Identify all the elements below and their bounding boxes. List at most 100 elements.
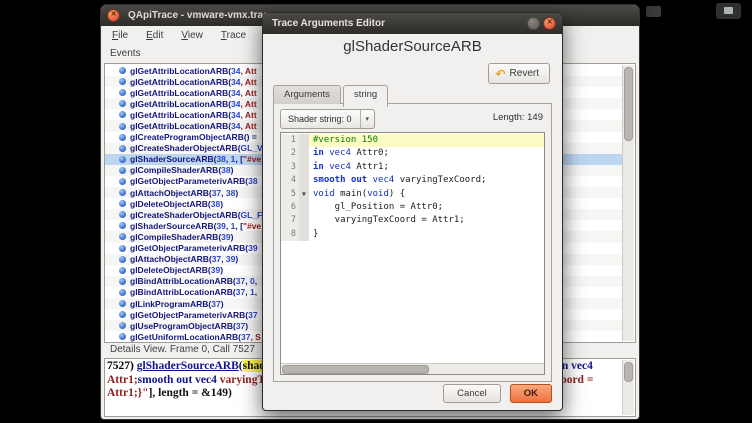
- event-row-text: glCreateShaderObjectARB(GL_F: [130, 210, 262, 220]
- fold-marker-icon[interactable]: [299, 228, 309, 241]
- gl-call-icon: [119, 123, 126, 130]
- gl-call-icon: [119, 333, 126, 340]
- event-row-text: glUseProgramObjectARB(37): [130, 321, 248, 331]
- gl-call-icon: [119, 300, 126, 307]
- menu-item[interactable]: Edit: [137, 28, 172, 43]
- code-lines: 1 #version 150 2 in vec4 Attr0; 3: [281, 134, 544, 241]
- gl-call-icon: [119, 289, 126, 296]
- gl-call-icon: [119, 134, 126, 141]
- event-row-text: glLinkProgramARB(37): [130, 299, 224, 309]
- code-line[interactable]: 8 }: [281, 228, 544, 241]
- gl-call-icon: [119, 100, 126, 107]
- fold-marker-icon[interactable]: [299, 161, 309, 174]
- gl-call-icon: [119, 233, 126, 240]
- window-title: QApiTrace - vmware-vmx.trace: [128, 10, 274, 21]
- line-number: 7: [281, 214, 299, 227]
- event-row-text: glCreateProgramObjectARB() =: [130, 132, 259, 142]
- code-line[interactable]: 6 gl_Position = Attr0;: [281, 201, 544, 214]
- code-line-text: gl_Position = Attr0;: [309, 201, 544, 214]
- dialog-buttons: Cancel OK: [443, 384, 552, 403]
- events-scrollbar[interactable]: [622, 65, 634, 341]
- shader-string-select-value: Shader string: 0: [288, 114, 352, 124]
- shader-source-editor[interactable]: 1 #version 150 2 in vec4 Attr0; 3: [280, 132, 545, 375]
- line-number: 2: [281, 147, 299, 160]
- events-label: Events: [110, 48, 141, 59]
- close-icon[interactable]: ✕: [107, 9, 120, 22]
- gl-call-icon: [119, 311, 126, 318]
- tab[interactable]: Arguments: [273, 85, 341, 104]
- code-line[interactable]: 7 varyingTexCoord = Attr1;: [281, 214, 544, 227]
- desktop-fragment: [646, 6, 661, 17]
- details-label: Details View. Frame 0, Call 7527: [110, 344, 255, 355]
- desktop-fragment: [716, 3, 741, 19]
- code-line[interactable]: 5 ▼ void main(void) {: [281, 188, 544, 201]
- call-name-heading: glShaderSourceARB: [263, 38, 562, 55]
- event-row-text: glBindAttribLocationARB(37, 1,: [130, 287, 259, 297]
- editor-hscrollbar-thumb[interactable]: [282, 365, 429, 374]
- event-row-text: glAttachObjectARB(37, 39): [130, 254, 238, 264]
- menu-item[interactable]: View: [172, 28, 212, 43]
- code-line[interactable]: 4 smooth out vec4 varyingTexCoord;: [281, 174, 544, 187]
- gl-call-icon: [119, 67, 126, 74]
- code-line[interactable]: 3 in vec4 Attr1;: [281, 161, 544, 174]
- fold-marker-icon[interactable]: [299, 174, 309, 187]
- event-row-text: glDeleteObjectARB(39): [130, 265, 223, 275]
- close-icon[interactable]: ✕: [543, 17, 556, 30]
- gl-call-icon: [119, 211, 126, 218]
- dialog-title: Trace Arguments Editor: [272, 18, 527, 29]
- code-line-text: in vec4 Attr1;: [309, 161, 544, 174]
- fold-marker-icon[interactable]: [299, 214, 309, 227]
- undo-icon: ↶: [495, 69, 505, 79]
- display-icon: [724, 7, 733, 14]
- cancel-button[interactable]: Cancel: [443, 384, 501, 403]
- event-row-text: glAttachObjectARB(37, 38): [130, 188, 238, 198]
- revert-button-label: Revert: [510, 68, 539, 79]
- event-row-text: glGetAttribLocationARB(34, Att: [130, 121, 257, 131]
- menu-item[interactable]: Trace: [212, 28, 255, 43]
- line-number: 1: [281, 134, 299, 147]
- desktop: ✕ QApiTrace - vmware-vmx.trace File Edit…: [0, 0, 752, 423]
- fold-marker-icon[interactable]: ▼: [299, 188, 309, 201]
- trace-arguments-editor-dialog: Trace Arguments Editor ✕ glShaderSourceA…: [262, 12, 563, 411]
- event-row-text: glShaderSourceARB(38, 1, ["#ve: [130, 154, 261, 164]
- code-line[interactable]: 1 #version 150: [281, 134, 544, 147]
- dialog-titlebar[interactable]: Trace Arguments Editor ✕: [263, 13, 562, 34]
- gl-call-icon: [119, 167, 126, 174]
- details-scrollbar[interactable]: [622, 360, 634, 415]
- revert-button[interactable]: ↶ Revert: [488, 63, 550, 84]
- gl-call-icon: [119, 267, 126, 274]
- event-row-text: glGetObjectParameterivARB(39: [130, 243, 258, 253]
- gl-call-icon: [119, 245, 126, 252]
- gl-call-icon: [119, 89, 126, 96]
- gl-call-icon: [119, 178, 126, 185]
- tab-pane: Shader string: 0 ▾ Length: 149 1 #versio…: [273, 103, 552, 382]
- details-scrollbar-thumb[interactable]: [624, 362, 633, 382]
- event-row-text: glGetAttribLocationARB(34, Att: [130, 99, 257, 109]
- fold-marker-icon[interactable]: [299, 201, 309, 214]
- ok-button[interactable]: OK: [510, 384, 552, 403]
- argument-tabs: Arguments string: [273, 85, 390, 104]
- code-line[interactable]: 2 in vec4 Attr0;: [281, 147, 544, 160]
- gl-call-icon: [119, 322, 126, 329]
- length-label: Length: 149: [493, 112, 543, 123]
- gl-call-icon: [119, 111, 126, 118]
- shader-string-select[interactable]: Shader string: 0 ▾: [280, 109, 375, 129]
- gl-call-icon: [119, 189, 126, 196]
- code-line-text: }: [309, 228, 544, 241]
- menu-item[interactable]: File: [103, 28, 137, 43]
- gl-call-icon: [119, 200, 126, 207]
- gl-call-icon: [119, 145, 126, 152]
- event-row-text: glCompileShaderARB(39): [130, 232, 233, 242]
- gl-call-icon: [119, 156, 126, 163]
- chevron-down-icon: ▾: [360, 110, 375, 128]
- editor-hscrollbar[interactable]: [281, 363, 544, 374]
- gl-call-icon: [119, 222, 126, 229]
- event-row-text: glShaderSourceARB(39, 1, ["#ve: [130, 221, 261, 231]
- events-scrollbar-thumb[interactable]: [624, 67, 633, 141]
- fold-marker-icon[interactable]: [299, 134, 309, 147]
- minimize-icon[interactable]: [527, 17, 540, 30]
- line-number: 4: [281, 174, 299, 187]
- tab[interactable]: string: [343, 85, 388, 107]
- gl-call-icon: [119, 256, 126, 263]
- fold-marker-icon[interactable]: [299, 147, 309, 160]
